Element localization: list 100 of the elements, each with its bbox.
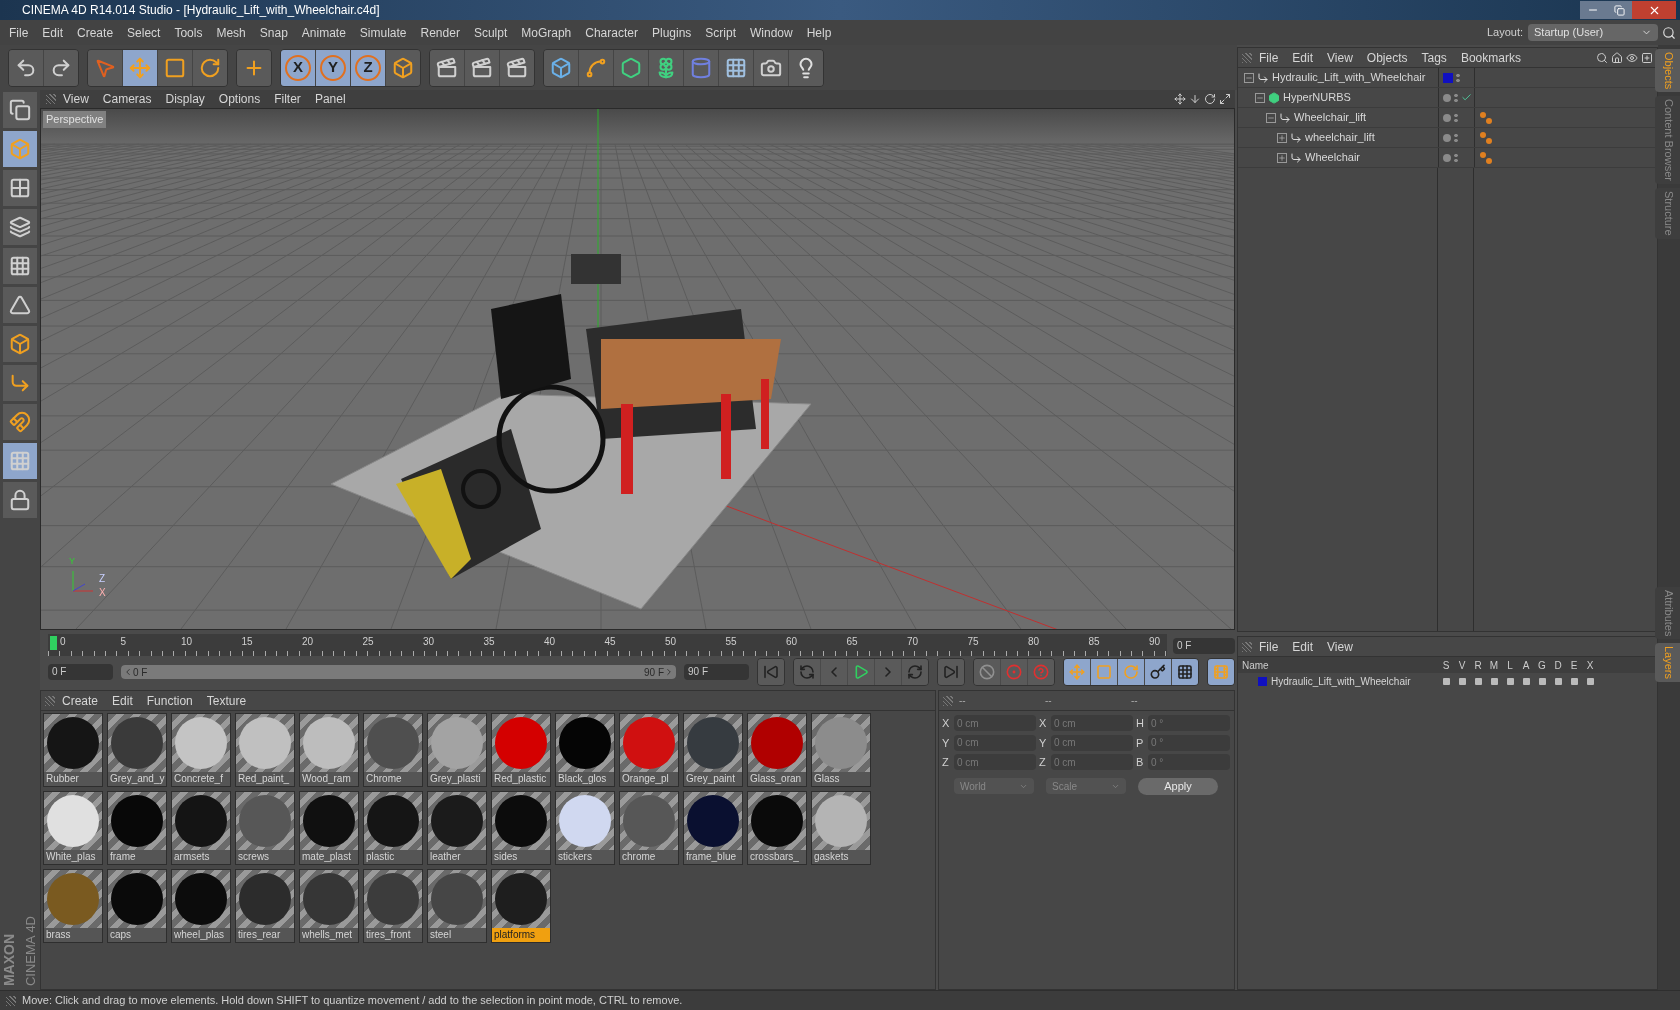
menu-item[interactable]: View bbox=[56, 90, 96, 108]
menu-item[interactable]: Tools bbox=[167, 23, 210, 42]
menu-item[interactable]: Script bbox=[698, 23, 743, 42]
select-button[interactable] bbox=[88, 49, 122, 86]
material-swatch[interactable]: tires_rear bbox=[235, 869, 295, 943]
menu-item[interactable]: Select bbox=[120, 23, 168, 42]
axis-lock-button[interactable]: Y bbox=[316, 49, 350, 86]
collapse-icon[interactable] bbox=[1255, 92, 1265, 103]
material-swatch[interactable]: screws bbox=[235, 791, 295, 865]
material-swatch[interactable]: Grey_paint bbox=[683, 713, 743, 787]
eye-icon[interactable] bbox=[1626, 51, 1638, 64]
material-swatch[interactable]: Chrome bbox=[363, 713, 423, 787]
material-swatch[interactable]: gaskets bbox=[811, 791, 871, 865]
menu-item[interactable]: Character bbox=[578, 23, 645, 42]
menu-item[interactable]: Panel bbox=[307, 90, 353, 108]
axis-lock-button[interactable]: Z bbox=[351, 49, 385, 86]
menu-item[interactable]: Simulate bbox=[352, 23, 414, 42]
range-slider[interactable]: 0 F 90 F bbox=[121, 665, 676, 679]
enabled-check-icon[interactable] bbox=[1461, 92, 1472, 103]
menu-item[interactable]: Edit bbox=[105, 691, 140, 710]
zoom-view-icon[interactable] bbox=[1189, 93, 1201, 105]
menu-item[interactable]: Options bbox=[211, 90, 268, 108]
layer-row[interactable]: Hydraulic_Lift_with_Wheelchair bbox=[1238, 673, 1657, 689]
current-frame-field[interactable]: 0 F bbox=[1173, 638, 1235, 654]
menu-item[interactable]: Objects bbox=[1359, 48, 1415, 67]
restore-button[interactable] bbox=[1606, 1, 1632, 19]
menu-item[interactable]: Edit bbox=[1285, 48, 1321, 67]
menu-item[interactable]: Tags bbox=[1414, 48, 1454, 67]
render-dots-icon[interactable] bbox=[1456, 72, 1460, 83]
points-button[interactable] bbox=[3, 248, 37, 284]
menu-item[interactable]: MoGraph bbox=[514, 23, 579, 42]
light-button[interactable] bbox=[789, 49, 823, 86]
camera-button[interactable] bbox=[754, 49, 788, 86]
menu-item[interactable]: Display bbox=[158, 90, 212, 108]
start-frame-field[interactable]: 0 F bbox=[48, 664, 113, 680]
polygons-button[interactable] bbox=[3, 326, 37, 362]
side-tab[interactable]: Content Browser bbox=[1654, 96, 1680, 185]
material-swatch[interactable]: plastic bbox=[363, 791, 423, 865]
minimize-button[interactable] bbox=[1580, 1, 1606, 19]
material-swatch[interactable]: tires_front bbox=[363, 869, 423, 943]
menu-item[interactable]: Snap bbox=[252, 23, 295, 42]
material-swatch[interactable]: White_plas bbox=[43, 791, 103, 865]
magnet-button[interactable] bbox=[3, 404, 37, 440]
material-swatch[interactable]: whells_met bbox=[299, 869, 359, 943]
go-start-button[interactable] bbox=[758, 659, 784, 685]
timeline-ruler[interactable]: 0 5 10 15 20 25 30 35 40 45 50 55 60 65 70 75 80 85 90 bbox=[48, 634, 1167, 656]
material-swatch[interactable]: Red_plastic bbox=[491, 713, 551, 787]
home-icon[interactable] bbox=[1611, 51, 1623, 64]
maximize-view-icon[interactable] bbox=[1219, 93, 1231, 105]
material-swatch[interactable]: Glass_oran bbox=[747, 713, 807, 787]
layout-dropdown[interactable]: Startup (User) bbox=[1528, 24, 1658, 41]
menu-item[interactable]: Plugins bbox=[644, 23, 699, 42]
material-swatch[interactable]: crossbars_ bbox=[747, 791, 807, 865]
object-row[interactable]: HyperNURBS bbox=[1238, 88, 1657, 108]
rotate-view-icon[interactable] bbox=[1204, 93, 1216, 105]
expand-icon[interactable] bbox=[1277, 152, 1287, 163]
cube-button[interactable] bbox=[544, 49, 578, 86]
menu-item[interactable]: View bbox=[1320, 637, 1360, 656]
render-dots-icon[interactable] bbox=[1454, 112, 1458, 123]
menu-item[interactable]: Filter bbox=[267, 90, 308, 108]
material-swatch[interactable]: Wood_ram bbox=[299, 713, 359, 787]
lock-grid-button[interactable] bbox=[3, 482, 37, 518]
move-button[interactable] bbox=[123, 49, 157, 86]
menu-item[interactable]: File bbox=[1252, 48, 1286, 67]
apply-button[interactable]: Apply bbox=[1138, 777, 1218, 795]
menu-item[interactable]: Edit bbox=[1285, 637, 1321, 656]
add-button[interactable] bbox=[237, 49, 271, 86]
axis-mode-button[interactable] bbox=[3, 365, 37, 401]
cloner-button[interactable] bbox=[649, 49, 683, 86]
menu-item[interactable]: File bbox=[1252, 637, 1286, 656]
redo-button[interactable] bbox=[44, 49, 78, 86]
workplane-button[interactable] bbox=[3, 209, 37, 245]
deformer-button[interactable] bbox=[684, 49, 718, 86]
material-swatch[interactable]: steel bbox=[427, 869, 487, 943]
material-swatch[interactable]: Concrete_f bbox=[171, 713, 231, 787]
side-tab[interactable]: Structure bbox=[1654, 188, 1680, 239]
end-frame-field[interactable]: 90 F bbox=[684, 664, 749, 680]
texture-button[interactable] bbox=[3, 170, 37, 206]
search-icon[interactable] bbox=[1596, 51, 1608, 64]
expand-icon[interactable] bbox=[1277, 132, 1287, 143]
menu-item[interactable]: Window bbox=[743, 23, 800, 42]
menu-item[interactable]: Bookmarks bbox=[1453, 48, 1528, 67]
render-dots-icon[interactable] bbox=[1454, 132, 1458, 143]
render-view-button[interactable] bbox=[430, 49, 464, 86]
material-swatch[interactable]: sides bbox=[491, 791, 551, 865]
render-settings-button[interactable] bbox=[500, 49, 534, 86]
menu-item[interactable]: Edit bbox=[35, 23, 71, 42]
floor-button[interactable] bbox=[719, 49, 753, 86]
rotate-button[interactable] bbox=[193, 49, 227, 86]
menu-item[interactable]: View bbox=[1320, 48, 1360, 67]
material-swatch[interactable]: Black_glos bbox=[555, 713, 615, 787]
material-swatch[interactable]: armsets bbox=[171, 791, 231, 865]
material-swatch[interactable]: brass bbox=[43, 869, 103, 943]
object-row[interactable]: wheelchair_lift bbox=[1238, 128, 1657, 148]
prev-key-button[interactable] bbox=[794, 659, 820, 685]
menu-item[interactable]: Render bbox=[413, 23, 467, 42]
pan-view-icon[interactable] bbox=[1174, 93, 1186, 105]
menu-item[interactable]: Help bbox=[799, 23, 839, 42]
menu-item[interactable]: Mesh bbox=[209, 23, 253, 42]
menu-item[interactable]: Create bbox=[70, 23, 121, 42]
